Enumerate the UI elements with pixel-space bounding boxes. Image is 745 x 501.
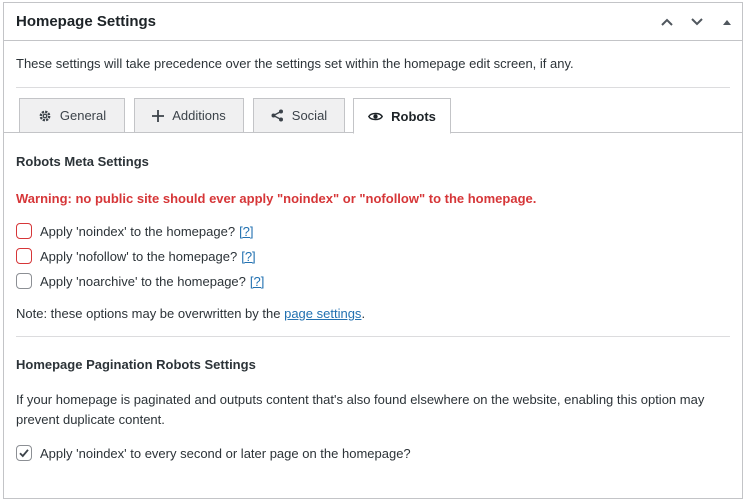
gear-icon (38, 109, 52, 123)
page-settings-link[interactable]: page settings (284, 306, 361, 321)
move-up-button[interactable] (652, 4, 682, 40)
section-divider (16, 336, 730, 337)
overwrite-note: Note: these options may be overwritten b… (16, 306, 365, 321)
triangle-up-icon (723, 19, 731, 25)
move-down-button[interactable] (682, 4, 712, 40)
pagination-description: If your homepage is paginated and output… (16, 392, 705, 427)
pagination-noindex-checkbox[interactable] (16, 445, 32, 461)
divider (16, 87, 730, 88)
noarchive-option-row: Apply 'noarchive' to the homepage? [?] (16, 273, 264, 289)
tab-additions-label: Additions (172, 108, 226, 123)
nofollow-label: Apply 'nofollow' to the homepage? (40, 248, 238, 264)
pagination-heading: Homepage Pagination Robots Settings (16, 357, 256, 372)
metabox-header: Homepage Settings (4, 3, 742, 41)
plus-icon (152, 109, 165, 122)
tab-general[interactable]: General (19, 98, 125, 133)
note-period: . (361, 306, 366, 321)
intro-text: These settings will take precedence over… (16, 56, 574, 71)
homepage-settings-metabox: Homepage Settings These settings will ta… (3, 2, 743, 499)
pagination-noindex-label: Apply 'noindex' to every second or later… (40, 445, 411, 461)
checkmark-icon (19, 449, 29, 458)
noindex-checkbox[interactable] (16, 223, 32, 239)
chevron-up-icon (661, 18, 673, 26)
tab-additions[interactable]: Additions (134, 98, 244, 133)
nofollow-help-link[interactable]: [?] (241, 249, 255, 264)
tab-social-label: Social (291, 108, 328, 123)
share-icon (271, 109, 284, 122)
noindex-option-row: Apply 'noindex' to the homepage? [?] (16, 223, 254, 239)
noarchive-label: Apply 'noarchive' to the homepage? (40, 273, 246, 289)
nofollow-option-row: Apply 'nofollow' to the homepage? [?] (16, 248, 256, 264)
noindex-warning: Warning: no public site should ever appl… (16, 191, 537, 206)
nofollow-checkbox[interactable] (16, 248, 32, 264)
noarchive-help-link[interactable]: [?] (250, 274, 264, 289)
tab-robots-label: Robots (391, 108, 436, 124)
noindex-help-link[interactable]: [?] (239, 224, 253, 239)
toggle-panel-button[interactable] (712, 4, 742, 40)
tab-bar: General Additions Social Robots (19, 98, 742, 134)
metabox-title: Homepage Settings (16, 13, 157, 30)
noindex-label: Apply 'noindex' to the homepage? (40, 223, 236, 239)
note-text: Note: these options may be overwritten b… (16, 306, 285, 321)
eye-icon (368, 111, 384, 122)
pagination-noindex-row: Apply 'noindex' to every second or later… (16, 445, 411, 461)
robots-meta-heading: Robots Meta Settings (16, 154, 149, 169)
noarchive-checkbox[interactable] (16, 273, 32, 289)
tab-robots[interactable]: Robots (353, 98, 451, 134)
tab-general-label: General (59, 108, 107, 123)
tab-social[interactable]: Social (253, 98, 345, 133)
chevron-down-icon (691, 17, 703, 25)
